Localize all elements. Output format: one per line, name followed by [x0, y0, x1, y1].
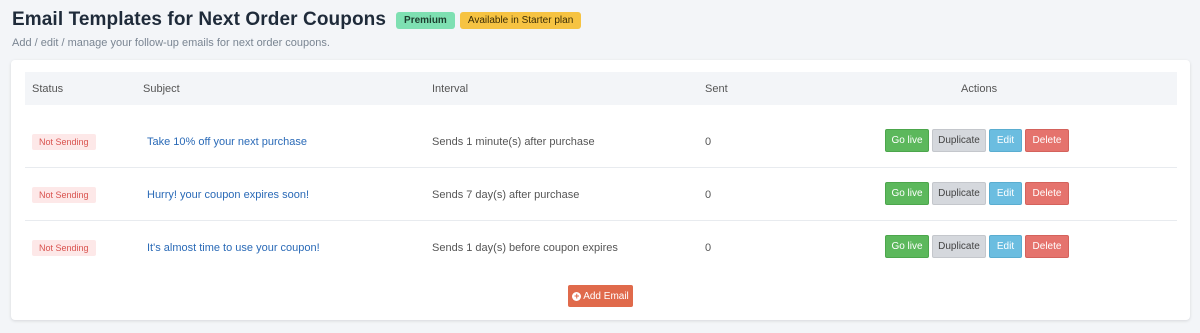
subject-link[interactable]: Take 10% off your next purchase [147, 136, 307, 148]
delete-button[interactable]: Delete [1025, 235, 1069, 258]
duplicate-button[interactable]: Duplicate [932, 129, 986, 152]
column-header-interval: Interval [432, 83, 469, 95]
go-live-button[interactable]: Go live [885, 129, 929, 152]
table-header: Status Subject Interval Sent Actions [25, 72, 1177, 105]
page-subtitle: Add / edit / manage your follow-up email… [12, 37, 330, 49]
duplicate-button[interactable]: Duplicate [932, 235, 986, 258]
interval-text: Sends 1 day(s) before coupon expires [432, 242, 618, 254]
interval-text: Sends 7 day(s) after purchase [432, 189, 580, 201]
email-templates-card: Status Subject Interval Sent Actions Not… [11, 60, 1190, 320]
table-row: Not Sending It's almost time to use your… [25, 221, 1177, 274]
column-header-sent: Sent [705, 83, 728, 95]
edit-button[interactable]: Edit [989, 182, 1022, 205]
interval-text: Sends 1 minute(s) after purchase [432, 136, 595, 148]
page-header: Email Templates for Next Order Coupons P… [12, 9, 582, 31]
column-header-actions: Actions [961, 83, 998, 95]
sent-count: 0 [705, 242, 712, 254]
delete-button[interactable]: Delete [1025, 182, 1069, 205]
plan-badge: Available in Starter plan [459, 11, 582, 29]
add-email-label: Add Email [583, 290, 629, 302]
delete-button[interactable]: Delete [1025, 129, 1069, 152]
sent-count: 0 [705, 136, 712, 148]
status-badge: Not Sending [32, 134, 96, 150]
sent-count: 0 [705, 189, 712, 201]
add-email-button[interactable]: + Add Email [568, 285, 633, 307]
edit-button[interactable]: Edit [989, 235, 1022, 258]
subject-link[interactable]: Hurry! your coupon expires soon! [147, 189, 309, 201]
table-row: Not Sending Hurry! your coupon expires s… [25, 168, 1177, 221]
plus-circle-icon: + [572, 290, 582, 301]
subject-link[interactable]: It's almost time to use your coupon! [147, 242, 320, 254]
table-row: Not Sending Take 10% off your next purch… [25, 115, 1177, 168]
status-badge: Not Sending [32, 240, 96, 256]
go-live-button[interactable]: Go live [885, 182, 929, 205]
edit-button[interactable]: Edit [989, 129, 1022, 152]
premium-badge: Premium [396, 11, 455, 29]
go-live-button[interactable]: Go live [885, 235, 929, 258]
duplicate-button[interactable]: Duplicate [932, 182, 986, 205]
column-header-subject: Subject [143, 83, 180, 95]
column-header-status: Status [32, 83, 64, 95]
page-title: Email Templates for Next Order Coupons [12, 9, 387, 30]
status-badge: Not Sending [32, 187, 96, 203]
